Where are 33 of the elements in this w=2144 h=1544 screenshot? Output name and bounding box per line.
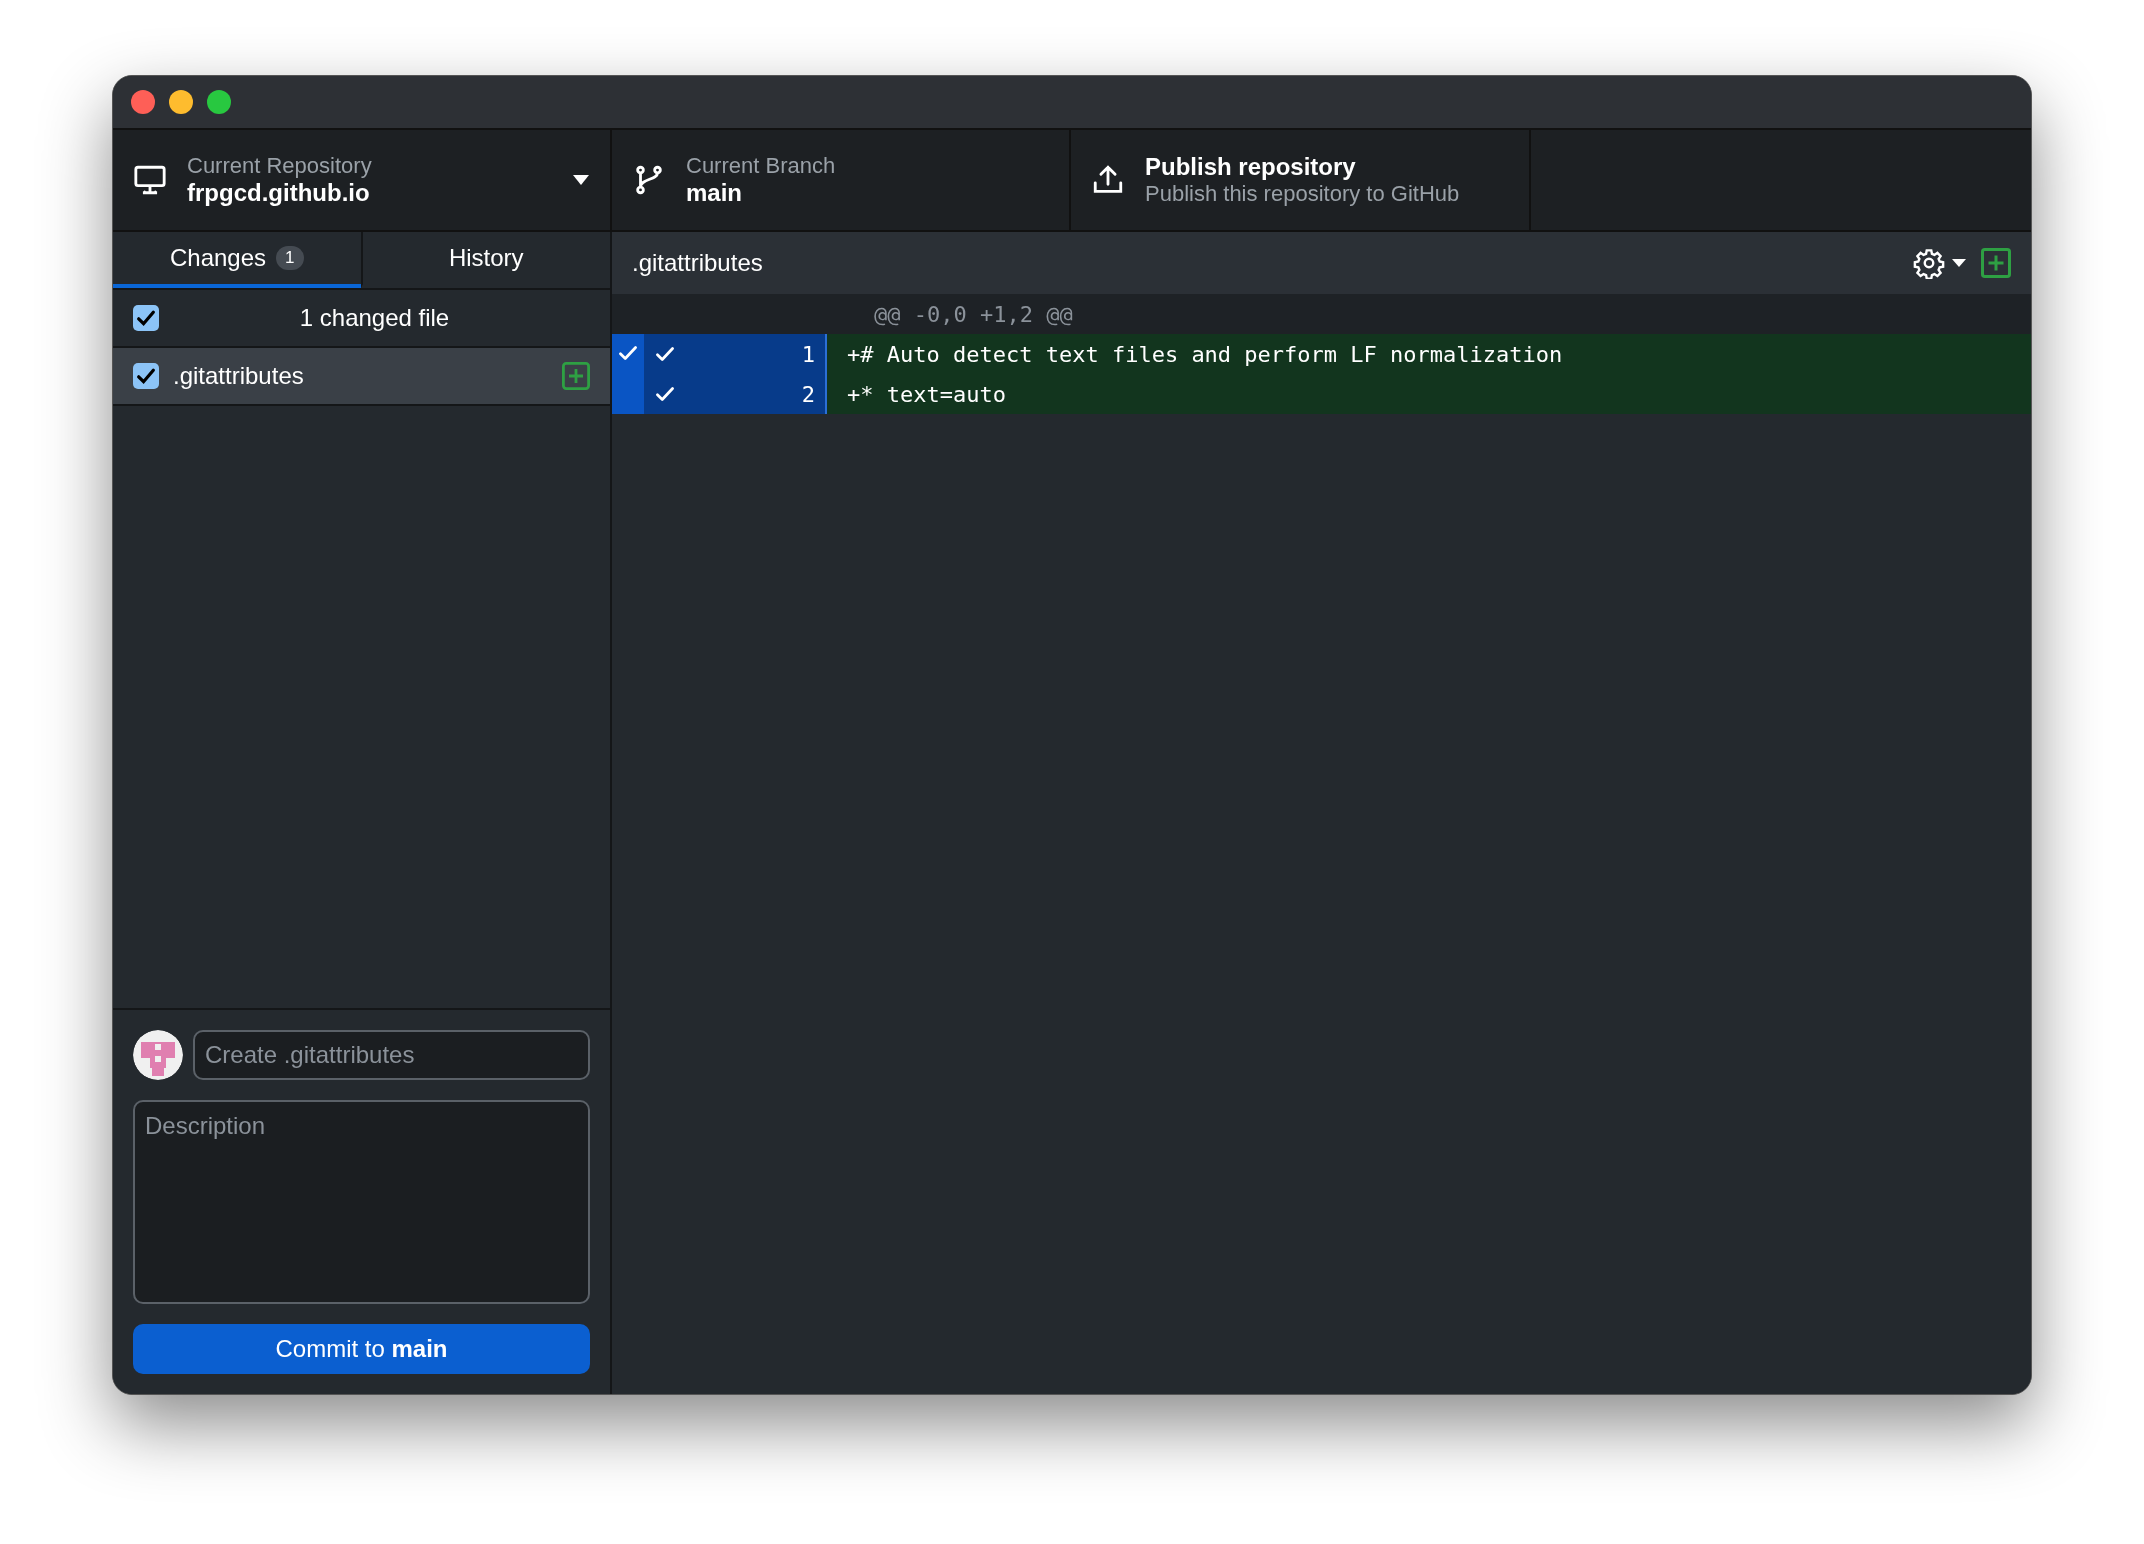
description-field[interactable]: Description [133,1100,590,1304]
publish-repository-button[interactable]: Publish repository Publish this repository to GitHub [1071,130,1531,230]
commit-button[interactable]: Commit to main [133,1324,590,1374]
file-added-icon [562,362,590,390]
caret-icon[interactable] [1951,258,1967,268]
close-button[interactable] [131,90,155,114]
diff-marker: + [847,381,861,407]
repository-selector[interactable]: Current Repository frpgcd.github.io [113,130,612,230]
hunk-handle[interactable] [612,334,644,414]
zoom-button[interactable] [207,90,231,114]
monitor-icon [133,163,167,197]
diff-marker: + [847,341,861,367]
tab[interactable]: History [360,232,610,288]
summary-field[interactable]: Create .gitattributes [193,1030,590,1080]
line-number: 2 [801,381,815,407]
minimize-button[interactable] [169,90,193,114]
count-badge: 1 [276,246,304,270]
checkbox[interactable] [133,305,159,331]
code-line: * text=auto [860,381,1006,407]
changed-files-count: 1 changed file [298,304,451,332]
line-number: 1 [801,341,815,367]
diff-file-name: .gitattributes [632,249,764,277]
avatar-icon [133,1030,183,1080]
file-added-icon [1981,248,2011,278]
hunk-header: @@ -0,0 +1,2 @@ [873,301,1073,327]
caret-icon [572,174,590,186]
code-line: # Auto detect text files and perform LF normalization [860,341,1563,367]
tab[interactable]: Changes 1 [113,232,361,288]
settings-icon[interactable] [1913,247,1945,279]
file-name: .gitattributes [173,362,305,390]
branch-selector[interactable]: Current Branch main [612,130,1071,230]
file-item[interactable]: .gitattributes [113,348,610,406]
checkbox[interactable] [133,363,159,389]
